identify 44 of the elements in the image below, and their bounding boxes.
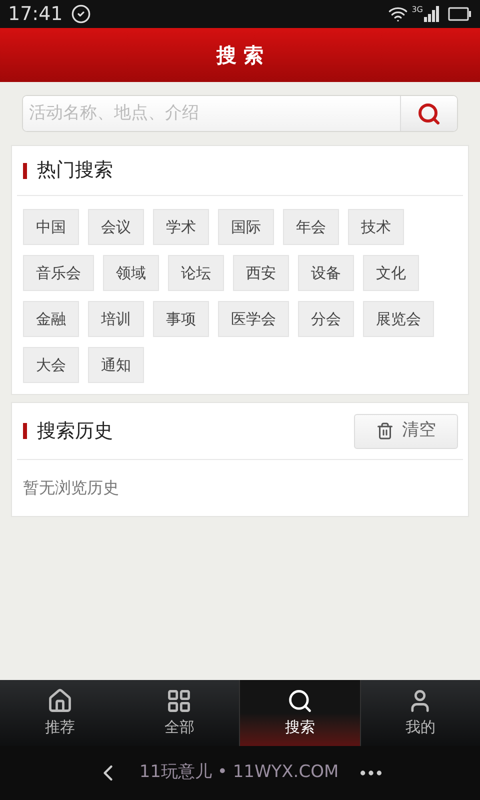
search-tag[interactable]: 论坛 [168,255,224,291]
search-tag[interactable]: 中国 [23,209,79,245]
check-icon [70,4,91,24]
search-tag[interactable]: 年会 [283,209,339,245]
search-tag[interactable]: 西安 [233,255,289,291]
search-tag[interactable]: 文化 [363,255,419,291]
section-marker [23,423,27,439]
section-title: 热门搜索 [37,158,113,184]
home-icon [46,688,73,714]
search-tag[interactable]: 医学会 [218,301,289,337]
empty-history-text: 暂无浏览历史 [23,478,119,497]
tab[interactable]: 我的 [360,680,480,746]
signal-icon [424,6,440,22]
clear-button[interactable]: 清空 [354,414,458,448]
search-tag[interactable]: 通知 [88,347,144,383]
search-tag[interactable]: 会议 [88,209,144,245]
search-tag[interactable]: 培训 [88,301,144,337]
search-icon [286,688,313,714]
section-title: 搜索历史 [37,418,113,444]
tab[interactable]: 全部 [120,680,239,746]
search-tag[interactable]: 展览会 [363,301,434,337]
search-tag[interactable]: 学术 [153,209,209,245]
search-tag[interactable]: 事项 [153,301,209,337]
search-tag[interactable]: 金融 [23,301,79,337]
tab[interactable]: 搜索 [239,680,360,746]
search-field[interactable]: 活动名称、地点、介绍 [22,95,458,132]
battery-icon [448,7,472,21]
status-time: 17:41 [8,2,63,27]
section-marker [23,162,27,178]
grid-icon [166,688,192,714]
network-type: 3G [412,4,423,16]
trash-icon [376,422,394,440]
page-title: 搜 索 [216,42,264,69]
search-tag[interactable]: 音乐会 [23,255,94,291]
search-tag[interactable]: 领域 [103,255,159,291]
search-tag[interactable]: 设备 [298,255,354,291]
site-title: 11玩意儿 • 11WYX.COM [139,761,339,784]
search-tag[interactable]: 大会 [23,347,79,383]
search-tag[interactable]: 分会 [298,301,354,337]
search-icon [417,102,441,126]
search-tag[interactable]: 国际 [218,209,274,245]
search-tag[interactable]: 技术 [348,209,404,245]
tab[interactable]: 推荐 [0,680,120,746]
search-button[interactable] [400,96,457,131]
